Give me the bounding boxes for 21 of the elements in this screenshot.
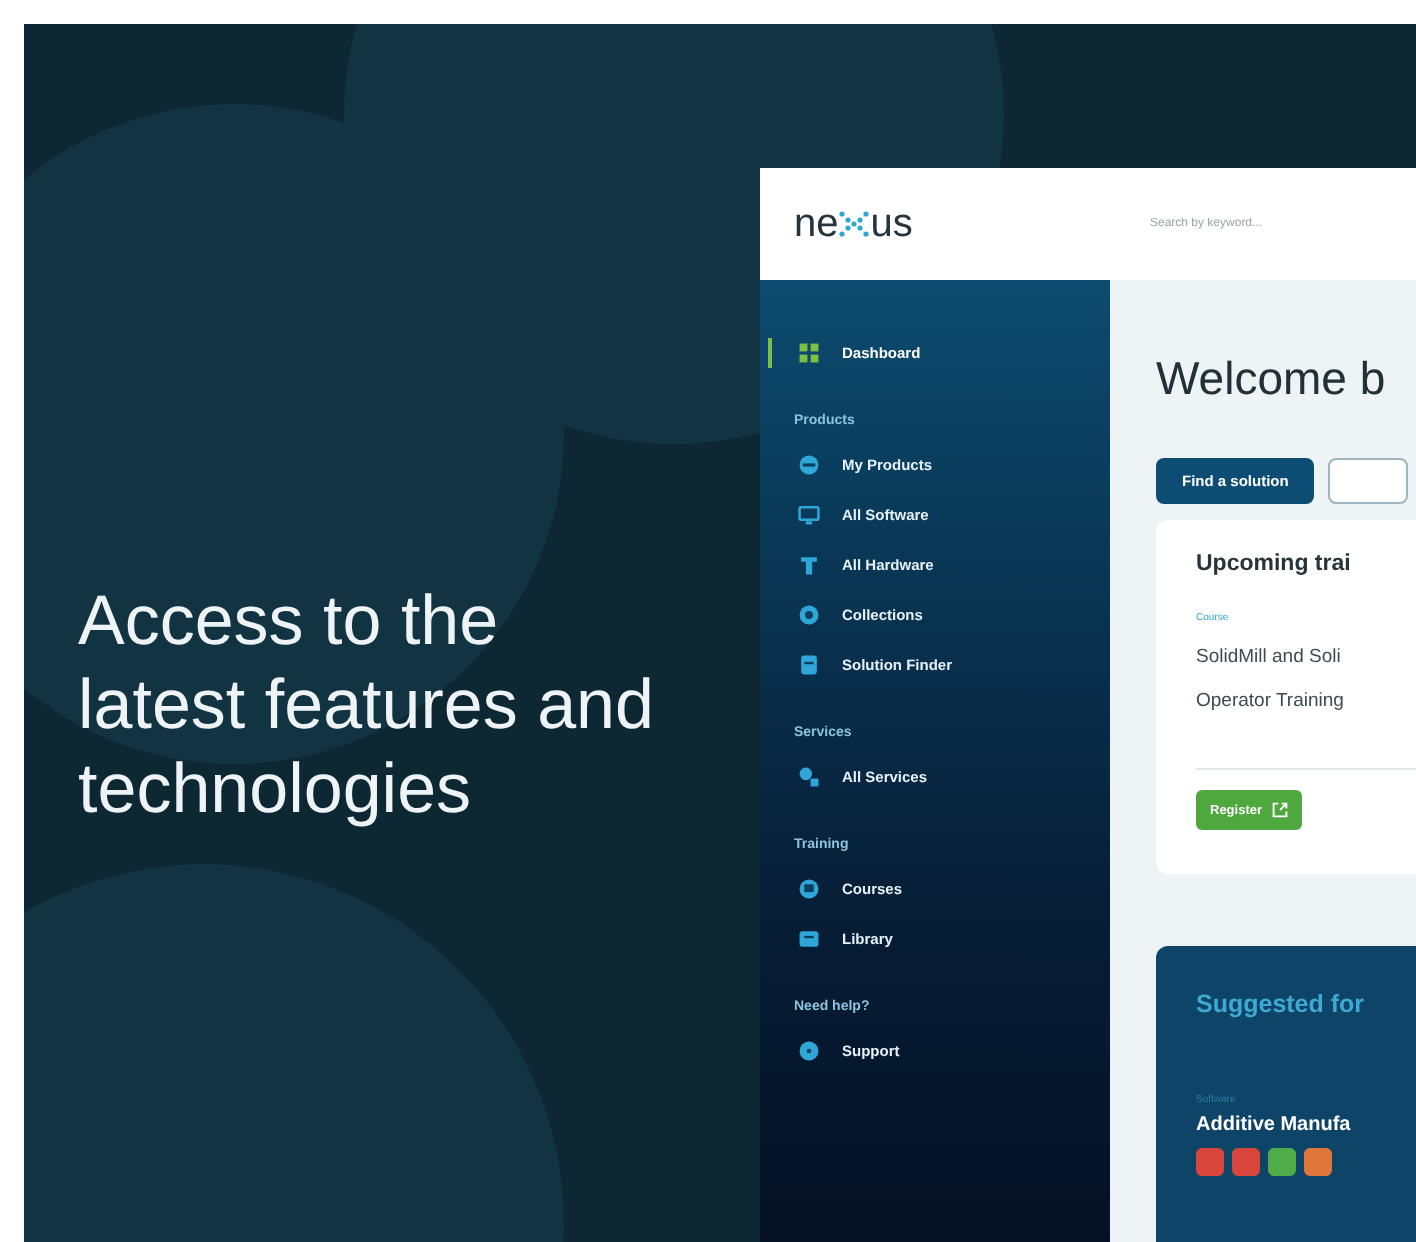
nav-icon <box>798 1040 820 1062</box>
secondary-button[interactable] <box>1328 458 1409 504</box>
nav-icon <box>798 766 820 788</box>
nav-icon <box>798 504 820 526</box>
nav-icon <box>798 604 820 626</box>
card-title: Upcoming trai <box>1196 552 1353 576</box>
headline: Access to the latest features and technologies <box>78 580 656 832</box>
course-title: SolidMill and Soli <box>1196 644 1343 672</box>
welcome-heading: Welcome b <box>1156 352 1388 406</box>
card-title: Suggested for <box>1196 990 1367 1018</box>
logo: ne us <box>792 201 915 247</box>
grid-icon <box>798 342 820 364</box>
nav-icon <box>798 878 820 900</box>
logo-mark-icon <box>838 210 871 238</box>
product-name: Additive Manufa <box>1196 1114 1353 1136</box>
nav-icon <box>798 554 820 576</box>
external-link-icon <box>1272 802 1289 818</box>
nav-icon <box>798 928 820 950</box>
nav-icon <box>798 454 820 476</box>
course-title: Operator Training <box>1196 688 1346 716</box>
nav-icon <box>798 654 820 676</box>
